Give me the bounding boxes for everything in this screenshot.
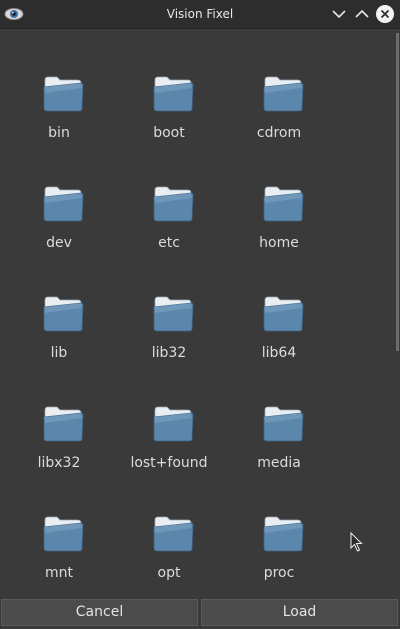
maximize-button[interactable] (353, 5, 371, 23)
folder-item[interactable]: bin (4, 29, 114, 141)
folder-label: mnt (45, 565, 73, 581)
titlebar[interactable]: Vision Fixel (0, 0, 400, 29)
folder-item[interactable]: home (224, 139, 334, 251)
folder-item[interactable]: lost+found (114, 359, 224, 471)
folder-icon (41, 74, 85, 114)
folder-item[interactable]: mnt (4, 469, 114, 581)
folder-icon (261, 514, 305, 554)
close-icon (380, 9, 390, 19)
folder-icon (41, 514, 85, 554)
mouse-cursor-icon (350, 532, 363, 552)
folder-item[interactable]: lib (4, 249, 114, 361)
load-button[interactable]: Load (201, 599, 398, 626)
folder-item[interactable]: media (224, 359, 334, 471)
folder-label: opt (157, 565, 181, 581)
folder-icon (261, 404, 305, 444)
close-button[interactable] (376, 5, 394, 23)
minimize-button[interactable] (330, 5, 348, 23)
folder-item[interactable]: etc (114, 139, 224, 251)
scrollbar-thumb[interactable] (396, 33, 399, 351)
folder-icon (41, 294, 85, 334)
folder-icon (41, 404, 85, 444)
folder-icon (151, 514, 195, 554)
folder-icon (261, 294, 305, 334)
folder-item[interactable]: boot (114, 29, 224, 141)
dialog-footer: Cancel Load (0, 597, 400, 629)
folder-item[interactable]: lib64 (224, 249, 334, 361)
folder-icon (41, 184, 85, 224)
folder-item[interactable]: dev (4, 139, 114, 251)
folder-item[interactable]: proc (224, 469, 334, 581)
folder-icon (151, 74, 195, 114)
chevron-down-icon (332, 10, 346, 19)
folder-item[interactable]: opt (114, 469, 224, 581)
folder-label: proc (263, 565, 295, 581)
folder-item[interactable]: libx32 (4, 359, 114, 471)
folder-icon (151, 404, 195, 444)
cancel-button[interactable]: Cancel (1, 599, 198, 626)
vertical-scrollbar[interactable] (396, 29, 400, 597)
folder-item[interactable]: lib32 (114, 249, 224, 361)
file-grid-area[interactable]: bin boot cdrom dev etc home lib lib32 lib64 libx3… (0, 29, 400, 597)
folder-icon (261, 74, 305, 114)
file-dialog-window: Vision Fixel bin boot cdrom dev etc home lib li… (0, 0, 400, 629)
folder-icon (261, 184, 305, 224)
folder-icon (151, 294, 195, 334)
folder-item[interactable]: cdrom (224, 29, 334, 141)
chevron-up-icon (355, 9, 369, 18)
folder-icon (151, 184, 195, 224)
